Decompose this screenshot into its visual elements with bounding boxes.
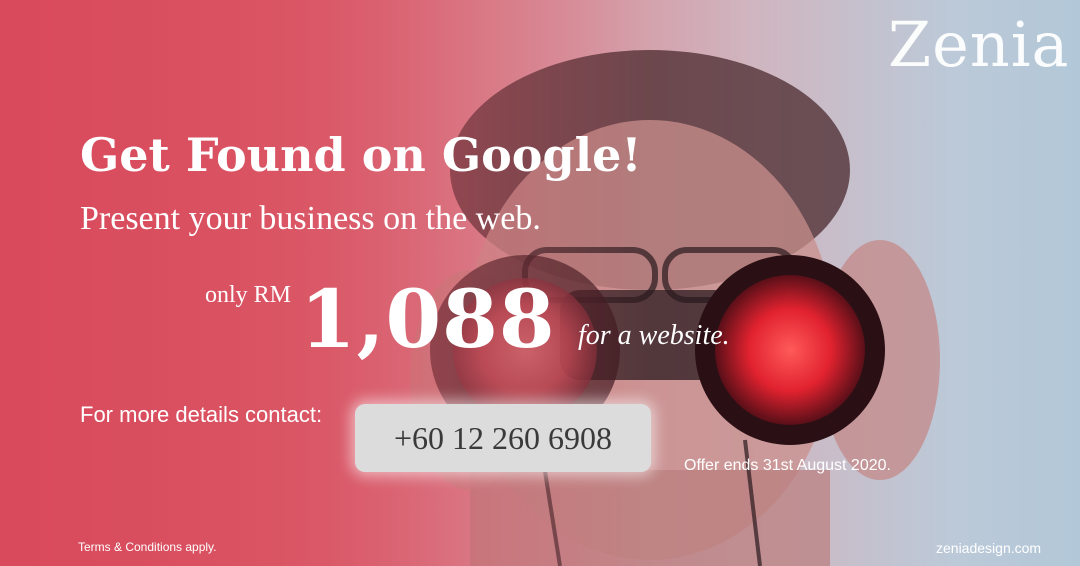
phone-number: +60 12 260 6908 [393,419,613,456]
price-prefix: only RM [205,282,292,308]
subheadline: Present your business on the web. [80,200,541,237]
contact-label: For more details contact: [80,402,323,427]
price-amount: 1,088 [300,272,556,366]
terms-note: Terms & Conditions apply. [78,540,217,554]
promo-banner: Zenia Get Found on Google! Present your … [0,0,1080,566]
offer-deadline: Offer ends 31st August 2020. [684,457,891,474]
phone-number-button[interactable]: +60 12 260 6908 [355,404,651,472]
headline: Get Found on Google! [80,128,642,182]
price-suffix: for a website. [578,320,730,351]
brand-logo: Zenia [888,8,1070,81]
website-link[interactable]: zeniadesign.com [936,540,1041,556]
